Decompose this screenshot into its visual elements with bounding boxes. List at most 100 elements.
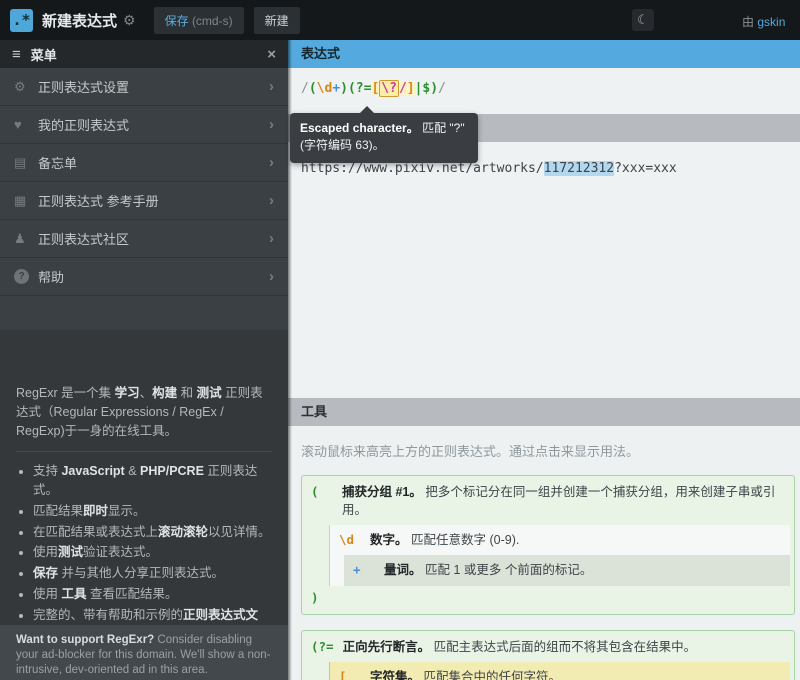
regex-token[interactable]: (?= bbox=[348, 81, 371, 96]
token-quantifier: + bbox=[353, 561, 375, 579]
match-highlight: 117212312 bbox=[544, 161, 614, 176]
text-editor[interactable]: https://www.pixiv.net/artworks/117212312… bbox=[288, 142, 800, 398]
regexr-logo[interactable]: .* bbox=[10, 9, 33, 32]
list-item: 在匹配结果或表达式上滚动滚轮以见详情。 bbox=[33, 523, 272, 542]
list-item: 使用 工具 查看匹配结果。 bbox=[33, 585, 272, 604]
help-icon: ? bbox=[14, 269, 29, 284]
explain-hint: 滚动鼠标来高亮上方的正则表达式。通过点击来显示用法。 bbox=[301, 441, 800, 460]
community-icon: ♟ bbox=[14, 231, 38, 247]
explain-row-quantifier[interactable]: + 量词。 匹配 1 或更多 个前面的标记。 bbox=[344, 555, 790, 585]
token-group-open: ( bbox=[311, 483, 333, 501]
chevron-right-icon: › bbox=[269, 116, 274, 133]
token-lookahead-open: (?= bbox=[311, 638, 334, 656]
sidebar-item-label: 正则表达式 参考手册 bbox=[38, 191, 269, 210]
sidebar: ≡ 菜单 × ⚙ 正则表达式设置 › ♥ 我的正则表达式 › ▤ 备忘单 › ▦… bbox=[0, 40, 288, 680]
save-button-label: 保存 bbox=[165, 14, 189, 28]
sidebar-item-label: 帮助 bbox=[38, 267, 269, 286]
list-item: 支持 JavaScript & PHP/PCRE 正则表达式。 bbox=[33, 462, 272, 500]
sample-after: ?xxx=xxx bbox=[614, 161, 677, 176]
menu-list-icon: ≡ bbox=[12, 46, 21, 63]
sidebar-item-community[interactable]: ♟ 正则表达式社区 › bbox=[0, 220, 288, 258]
explain-row-group-open[interactable]: ( 捕获分组 #1。 把多个标记分在同一组并创建一个捕获分组，用来创建子串或引用… bbox=[302, 477, 790, 525]
token-tooltip: Escaped character。 匹配 "?" (字符编码 63)。 bbox=[290, 113, 478, 163]
expression-header-label: 表达式 bbox=[301, 46, 340, 61]
expression-line[interactable]: /(\d+)(?=[\?/]|$)/ bbox=[301, 81, 446, 96]
logo-glyph: .* bbox=[12, 11, 30, 29]
cheatsheet-icon: ▤ bbox=[14, 155, 38, 171]
regex-token[interactable]: \? bbox=[379, 80, 399, 97]
intro-paragraph: RegExr 是一个集 学习、构建 和 测试 正则表达式（Regular Exp… bbox=[16, 384, 272, 440]
menu-section: ≡ 菜单 × ⚙ 正则表达式设置 › ♥ 我的正则表达式 › ▤ 备忘单 › ▦… bbox=[0, 40, 288, 330]
explain-row-group-close[interactable]: ) bbox=[302, 586, 790, 613]
sidebar-item-help[interactable]: ? 帮助 › bbox=[0, 258, 288, 296]
explain-desc: 捕获分组 #1。 把多个标记分在同一组并创建一个捕获分组，用来创建子串或引用。 bbox=[342, 483, 784, 519]
chevron-right-icon: › bbox=[269, 78, 274, 95]
sidebar-item-label: 我的正则表达式 bbox=[38, 115, 269, 134]
sample-text[interactable]: https://www.pixiv.net/artworks/117212312… bbox=[301, 161, 800, 176]
new-button[interactable]: 新建 bbox=[254, 7, 300, 34]
explain-desc: 正向先行断言。 匹配主表达式后面的组而不将其包含在结果中。 bbox=[343, 638, 697, 656]
expression-header: 表达式 bbox=[288, 40, 800, 68]
chevron-right-icon: › bbox=[269, 192, 274, 209]
reference-book-icon: ▦ bbox=[14, 193, 38, 209]
sidebar-item-label: 备忘单 bbox=[38, 153, 269, 172]
save-shortcut: (cmd-s) bbox=[192, 14, 233, 28]
main-panel: 表达式 /(\d+)(?=[\?/]|$)/ https://www.pixiv… bbox=[288, 40, 800, 680]
save-button[interactable]: 保存 (cmd-s) bbox=[154, 7, 244, 34]
regex-token[interactable]: ] bbox=[407, 81, 415, 96]
regex-token[interactable]: / bbox=[399, 81, 407, 96]
token-group-close: ) bbox=[311, 589, 333, 607]
list-item: 使用测试验证表达式。 bbox=[33, 543, 272, 562]
tools-header-label: 工具 bbox=[301, 404, 327, 419]
token-digit: \d bbox=[339, 531, 361, 549]
credit: 由 gskin bbox=[742, 13, 785, 30]
explain-group-box: ( 捕获分组 #1。 把多个标记分在同一组并创建一个捕获分组，用来创建子串或引用… bbox=[301, 475, 795, 615]
pattern-title: 新建表达式 bbox=[42, 10, 117, 31]
sample-before: https://www.pixiv.net/artworks/ bbox=[301, 161, 544, 176]
credit-link[interactable]: gskin bbox=[757, 15, 785, 29]
menu-header: ≡ 菜单 × bbox=[0, 40, 288, 68]
token-set-open: [ bbox=[339, 668, 361, 680]
chevron-right-icon: › bbox=[269, 154, 274, 171]
heart-icon: ♥ bbox=[14, 117, 38, 132]
regex-token[interactable]: + bbox=[332, 81, 340, 96]
close-icon[interactable]: × bbox=[267, 46, 276, 63]
explain-group-children: \d 数字。 匹配任意数字 (0-9). + 量词。 匹配 1 或更多 个前面的… bbox=[329, 525, 790, 585]
ad-notice: Want to support RegExr? Consider disabli… bbox=[0, 625, 288, 680]
regex-token[interactable]: \d bbox=[317, 81, 333, 96]
theme-toggle-button[interactable]: ☾ bbox=[632, 9, 654, 31]
explain-set-children: [ 字符集。 匹配集合中的任何字符。 \? Escaped character。… bbox=[329, 662, 790, 680]
explain-row-charset[interactable]: [ 字符集。 匹配集合中的任何字符。 bbox=[330, 662, 790, 680]
explain-desc: 字符集。 匹配集合中的任何字符。 bbox=[370, 668, 561, 680]
divider bbox=[16, 451, 272, 452]
explain-desc: 量词。 匹配 1 或更多 个前面的标记。 bbox=[384, 561, 592, 579]
sidebar-item-cheatsheet[interactable]: ▤ 备忘单 › bbox=[0, 144, 288, 182]
gear-icon: ⚙ bbox=[14, 79, 38, 95]
sidebar-description: RegExr 是一个集 学习、构建 和 测试 正则表达式（Regular Exp… bbox=[0, 370, 288, 625]
explain-panel: 滚动鼠标来高亮上方的正则表达式。通过点击来显示用法。 ( 捕获分组 #1。 把多… bbox=[288, 426, 800, 680]
regex-token[interactable]: ) bbox=[430, 81, 438, 96]
new-button-label: 新建 bbox=[265, 14, 289, 28]
list-item: 匹配结果即时显示。 bbox=[33, 502, 272, 521]
menu-title: 菜单 bbox=[31, 45, 267, 64]
tools-header: 工具 bbox=[288, 398, 800, 426]
topbar: .* 新建表达式 ⚙ 保存 (cmd-s) 新建 ☾ 由 gskin bbox=[0, 0, 800, 40]
regex-token[interactable]: / bbox=[438, 81, 446, 96]
sidebar-item-settings[interactable]: ⚙ 正则表达式设置 › bbox=[0, 68, 288, 106]
regex-token[interactable]: ) bbox=[340, 81, 348, 96]
regex-token[interactable]: ( bbox=[309, 81, 317, 96]
regex-token[interactable]: / bbox=[301, 81, 309, 96]
edit-title-gear-icon[interactable]: ⚙ bbox=[123, 12, 136, 29]
sidebar-item-label: 正则表达式设置 bbox=[38, 77, 269, 96]
explain-row-lookahead-open[interactable]: (?= 正向先行断言。 匹配主表达式后面的组而不将其包含在结果中。 bbox=[302, 632, 790, 662]
sidebar-item-label: 正则表达式社区 bbox=[38, 229, 269, 248]
explain-desc: 数字。 匹配任意数字 (0-9). bbox=[370, 531, 519, 549]
explain-row-digit[interactable]: \d 数字。 匹配任意数字 (0-9). bbox=[330, 525, 790, 555]
sidebar-item-my-patterns[interactable]: ♥ 我的正则表达式 › bbox=[0, 106, 288, 144]
moon-icon: ☾ bbox=[637, 12, 649, 28]
sidebar-item-reference[interactable]: ▦ 正则表达式 参考手册 › bbox=[0, 182, 288, 220]
chevron-right-icon: › bbox=[269, 230, 274, 247]
explain-lookahead-box: (?= 正向先行断言。 匹配主表达式后面的组而不将其包含在结果中。 [ 字符集。… bbox=[301, 630, 795, 680]
list-item: 保存 并与其他人分享正则表达式。 bbox=[33, 564, 272, 583]
chevron-right-icon: › bbox=[269, 268, 274, 285]
